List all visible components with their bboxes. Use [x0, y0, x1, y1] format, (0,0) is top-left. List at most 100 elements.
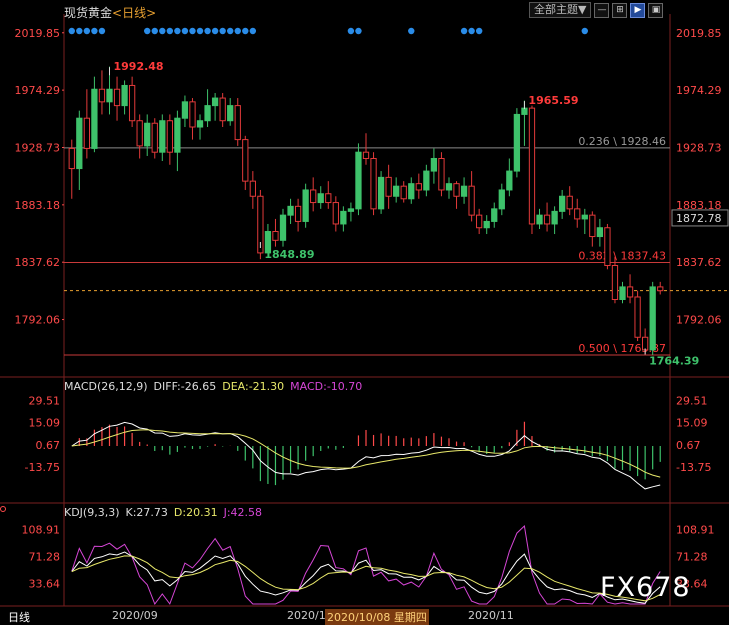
candle-body-39 [362, 151, 370, 159]
candle-body-78 [657, 286, 664, 292]
price-tick-left-1: 1974.29 [15, 84, 61, 97]
instrument-name: 现货黄金 [64, 6, 113, 20]
x-label-nov: 2020/11 [468, 609, 514, 622]
signal-dot-22 [408, 27, 415, 35]
signal-dot-25 [475, 27, 483, 35]
candle-body-52 [460, 185, 468, 197]
timeframe-label[interactable]: <日线> [112, 6, 156, 20]
signal-dot-16 [227, 27, 234, 35]
candle-body-37 [347, 208, 355, 212]
price-tick-right-4: 1837.62 [676, 256, 722, 269]
signal-dot-3 [91, 27, 98, 35]
status-bar: 日线 2020/09 2020/1 2020/10/08 星期四 2020/11 [0, 607, 729, 625]
candle-body-56 [491, 208, 498, 222]
price-tick-left-4: 1837.62 [15, 256, 61, 269]
price-tick-right-1: 1974.29 [676, 84, 722, 97]
signal-dot-18 [242, 27, 249, 35]
candle-body-72 [611, 265, 619, 300]
candle-body-63 [543, 214, 551, 225]
candle-body-64 [551, 210, 558, 225]
kdj-tick-left-2: 33.64 [29, 577, 61, 590]
candle-body-41 [377, 176, 385, 210]
candle-body-40 [370, 157, 377, 210]
signal-dot-17 [234, 27, 241, 35]
arrow-right-icon[interactable]: ▶ [630, 2, 646, 18]
candle-body-21 [227, 105, 234, 122]
window-icon[interactable]: ▣ [648, 2, 664, 18]
minimize-icon[interactable]: — [594, 2, 610, 18]
grid-icon[interactable]: ⊞ [612, 2, 628, 18]
chart-title: 现货黄金<日线> [64, 4, 156, 21]
signal-dot-6 [151, 27, 158, 35]
macd-legend: MACD(26,12,9) DIFF:-26.65 DEA:-21.30 MACD:-… [64, 380, 368, 393]
candle-body-51 [453, 183, 460, 197]
macd-tick-right-3: -13.75 [676, 461, 711, 474]
kdj-tick-left-1: 71.28 [29, 550, 61, 563]
candle-body-55 [483, 220, 490, 229]
annotation-3: 1764.39 [649, 354, 699, 367]
candle-body-27 [272, 231, 279, 241]
candle-body-14 [174, 117, 181, 153]
candle-body-73 [619, 286, 626, 300]
candle-body-45 [408, 183, 415, 200]
candle-body-28 [279, 214, 287, 241]
x-label-oct: 2020/1 [287, 609, 326, 622]
candle-body-23 [242, 139, 249, 182]
macd-tick-right-2: 0.67 [676, 439, 701, 452]
candle-body-18 [204, 105, 211, 122]
candle-body-76 [641, 336, 649, 351]
macd-tick-left-0: 29.51 [29, 394, 61, 407]
watermark-logo: FX678 [600, 572, 691, 603]
signal-dot-20 [347, 27, 355, 35]
candle-body-5 [106, 88, 113, 103]
macd-tick-left-2: 0.67 [36, 439, 61, 452]
signal-dot-4 [98, 27, 106, 35]
candle-body-3 [91, 88, 98, 149]
candle-body-36 [340, 210, 347, 225]
candle-body-62 [536, 214, 543, 225]
price-chart[interactable]: 2019.85 2019.85 1974.29 1974.29 1928.73 1928.… [0, 0, 729, 624]
macd-dea: DEA:-21.30 [222, 380, 285, 393]
candle-body-24 [249, 180, 256, 197]
theme-select[interactable]: 全部主题▼ [529, 2, 592, 18]
candle-body-22 [234, 105, 241, 141]
signal-dot-5 [144, 27, 151, 35]
annotation-2: 1848.89 [264, 248, 314, 261]
candle-body-59 [513, 113, 521, 172]
candle-body-10 [144, 122, 151, 147]
kdj-tick-right-1: 71.28 [676, 550, 708, 563]
price-tick-left-2: 1928.73 [15, 141, 61, 154]
kdj-tick-right-0: 108.91 [676, 524, 715, 537]
candle-body-65 [559, 195, 566, 212]
signal-dot-2 [83, 27, 91, 35]
annotation-1: 1965.59 [528, 94, 578, 107]
signal-dot-15 [219, 27, 226, 35]
signal-dot-12 [196, 27, 204, 35]
macd-tick-right-0: 29.51 [676, 394, 708, 407]
daily-tab[interactable]: 日线 [6, 609, 32, 625]
panel-marker-icon [0, 506, 6, 512]
annotation-0: 1992.48 [113, 60, 163, 73]
current-price-label: 1872.78 [676, 212, 722, 225]
candle-body-57 [498, 189, 505, 210]
candle-body-42 [385, 176, 392, 197]
chart-window: 2019.85 2019.85 1974.29 1974.29 1928.73 1928.… [0, 0, 729, 625]
candle-body-34 [325, 193, 332, 204]
fib-label-0: 0.236 \ 1928.46 [578, 135, 666, 148]
candle-body-31 [302, 189, 309, 222]
candle-body-2 [83, 117, 91, 149]
candle-body-35 [332, 202, 339, 225]
candle-body-7 [121, 84, 128, 107]
signal-dot-21 [355, 27, 362, 35]
signal-dot-24 [468, 27, 475, 35]
candle-body-67 [574, 208, 581, 220]
candle-body-1 [76, 117, 83, 170]
macd-tick-right-1: 15.09 [676, 417, 708, 430]
candle-body-49 [438, 157, 445, 191]
candle-body-38 [355, 151, 362, 210]
signal-dot-23 [460, 27, 468, 35]
candle-body-46 [415, 183, 422, 191]
x-label-sep: 2020/09 [112, 609, 158, 622]
candle-body-12 [159, 120, 166, 153]
candle-body-6 [113, 88, 121, 107]
